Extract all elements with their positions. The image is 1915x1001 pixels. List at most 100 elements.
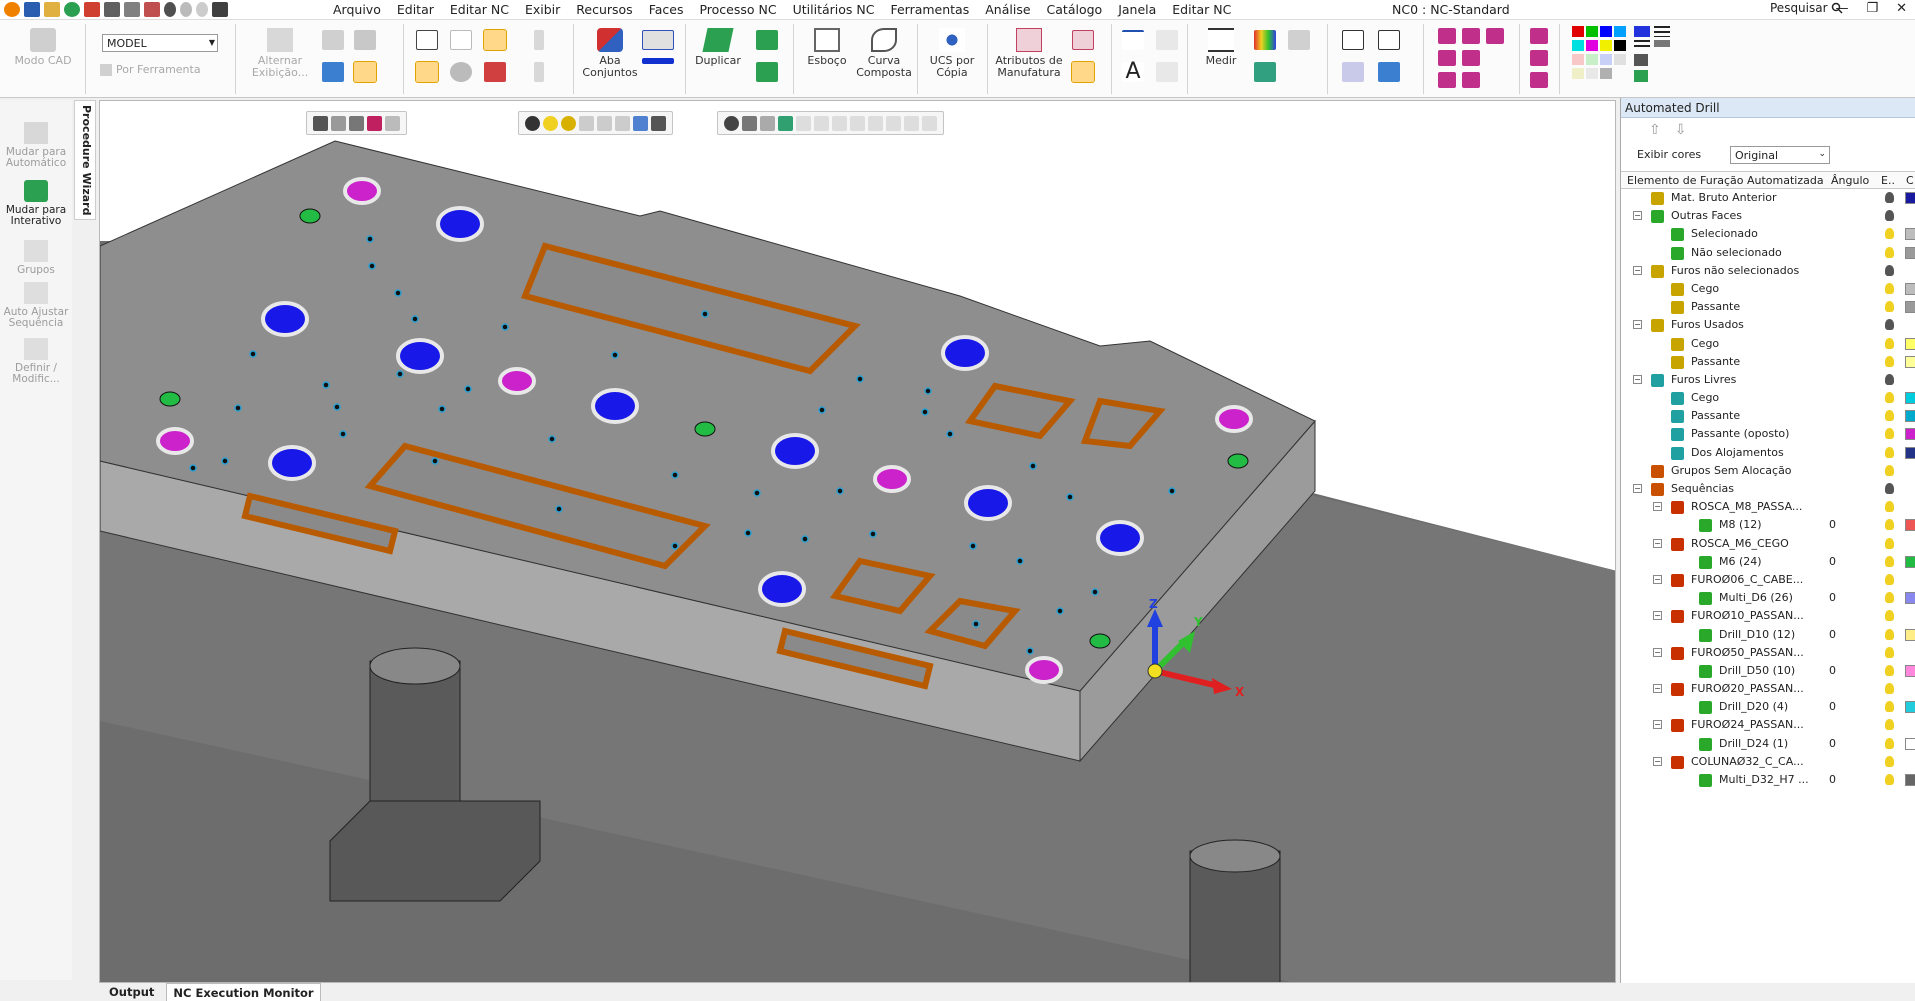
brush-icon[interactable] <box>1530 28 1548 44</box>
green-face-icon[interactable] <box>756 30 778 50</box>
bulb-off-icon[interactable] <box>525 115 540 131</box>
print-icon[interactable] <box>104 2 120 17</box>
visibility-bulb-icon[interactable] <box>1885 319 1894 331</box>
visibility-bulb-icon[interactable] <box>1885 373 1894 385</box>
expand-toggle-icon[interactable]: − <box>1653 611 1662 621</box>
expand-toggle-icon[interactable]: − <box>1633 374 1642 384</box>
tree-row[interactable]: − ROSCA_M6_CEGO <box>1621 535 1915 553</box>
tree-row[interactable]: Drill_D24 (1) 0 <box>1621 735 1915 753</box>
tree-row[interactable]: Cego <box>1621 335 1915 353</box>
curvature-icon[interactable] <box>1254 30 1276 50</box>
view-front-icon[interactable] <box>1438 28 1456 44</box>
menu-editar[interactable]: Editar <box>389 2 442 18</box>
bulb-on-icon[interactable] <box>543 115 558 131</box>
tree-row[interactable]: Grupos Sem Alocação <box>1621 462 1915 480</box>
tree-row[interactable]: Selecionado <box>1621 225 1915 243</box>
tree-row[interactable]: Passante <box>1621 407 1915 425</box>
filter-icon[interactable] <box>349 115 364 131</box>
surface-icon[interactable] <box>1288 30 1310 50</box>
color-swatch[interactable] <box>1905 228 1915 241</box>
tree-row[interactable]: Passante (oposto) <box>1621 425 1915 443</box>
col-element-header[interactable]: Elemento de Furação Automatizada <box>1627 174 1824 187</box>
color-swatch[interactable] <box>1905 282 1915 295</box>
3d-viewport[interactable]: Z Y X <box>99 100 1616 983</box>
document-icon[interactable] <box>416 30 438 50</box>
color-swatch[interactable] <box>1905 592 1915 605</box>
import-icon[interactable] <box>84 2 100 17</box>
visibility-bulb-icon[interactable] <box>1885 519 1894 531</box>
visibility-bulb-icon[interactable] <box>1885 446 1894 458</box>
color-swatch[interactable] <box>1905 446 1915 459</box>
menu-editar-nc-2[interactable]: Editar NC <box>1164 2 1239 18</box>
move-up-icon[interactable]: ⇧ <box>1649 122 1661 140</box>
attribute-bulb-icon[interactable] <box>1071 61 1095 83</box>
color-swatch[interactable] <box>1905 392 1915 405</box>
color-swatch[interactable] <box>1905 246 1915 259</box>
color-swatch[interactable] <box>1905 428 1915 441</box>
tree-row[interactable]: − FUROØ10_PASSAN... <box>1621 607 1915 625</box>
medir-button[interactable]: Medir <box>1198 28 1244 67</box>
view-back-icon[interactable] <box>1462 28 1480 44</box>
definir-modificar-button[interactable]: Definir / Modific... <box>0 338 72 385</box>
visibility-bulb-icon[interactable] <box>1885 246 1894 258</box>
select-box-icon[interactable] <box>331 115 346 131</box>
color-palette-icon[interactable] <box>1570 24 1690 94</box>
list-icon[interactable] <box>212 2 228 17</box>
visibility-bulb-icon[interactable] <box>1885 719 1894 731</box>
brush-3-icon[interactable] <box>1530 72 1548 88</box>
tree-row[interactable]: Dos Alojamentos <box>1621 444 1915 462</box>
color-swatch[interactable] <box>1905 555 1915 568</box>
visibility-bulb-icon[interactable] <box>1885 610 1894 622</box>
menu-janela[interactable]: Janela <box>1110 2 1164 18</box>
expand-toggle-icon[interactable]: − <box>1633 484 1642 493</box>
visibility-bulb-icon[interactable] <box>1885 537 1894 549</box>
procedure-wizard-tab[interactable]: Procedure Wizard <box>74 100 96 220</box>
expand-toggle-icon[interactable]: − <box>1653 720 1662 730</box>
green-face-2-icon[interactable] <box>756 62 778 82</box>
tree-row[interactable]: − FUROØ06_C_CABE... <box>1621 571 1915 589</box>
tree-row[interactable]: − Furos Usados <box>1621 316 1915 334</box>
tree-row[interactable]: − FUROØ20_PASSAN... <box>1621 680 1915 698</box>
color-swatch[interactable] <box>1905 701 1915 714</box>
menu-analise[interactable]: Análise <box>977 2 1038 18</box>
menu-editar-nc[interactable]: Editar NC <box>442 2 517 18</box>
hide-icon[interactable] <box>579 115 594 131</box>
atributos-manufatura-button[interactable]: Atributos de Manufatura <box>994 28 1064 79</box>
visibility-bulb-icon[interactable] <box>1885 464 1894 476</box>
nc-tool-5-icon[interactable] <box>868 115 883 131</box>
alternar-exibicao-button[interactable]: Alternar Exibição... <box>252 28 308 79</box>
align-icon[interactable] <box>534 62 544 82</box>
leader-icon[interactable] <box>1156 30 1178 50</box>
duplicar-button[interactable]: Duplicar <box>692 28 744 67</box>
menu-processo-nc[interactable]: Processo NC <box>691 2 784 18</box>
visibility-bulb-icon[interactable] <box>1885 737 1894 749</box>
list-panel-icon[interactable] <box>415 61 439 83</box>
esboco-button[interactable]: Esboço <box>804 28 850 67</box>
nc-tool-1-icon[interactable] <box>796 115 811 131</box>
visibility-bulb-icon[interactable] <box>1885 683 1894 695</box>
tree-row[interactable]: Cego <box>1621 280 1915 298</box>
render-mode-icon[interactable] <box>651 115 666 131</box>
rotate-icon[interactable] <box>724 115 739 131</box>
search-box[interactable]: Pesquisar <box>1770 1 1843 15</box>
undo-icon[interactable] <box>164 2 176 17</box>
zoom-fit-icon[interactable] <box>1378 30 1400 50</box>
visibility-bulb-icon[interactable] <box>1885 592 1894 604</box>
tree-row[interactable]: − Furos não selecionados <box>1621 262 1915 280</box>
zoom-select-icon[interactable] <box>1342 62 1364 82</box>
tree-row[interactable]: − COLUNAØ32_C_CA... <box>1621 753 1915 771</box>
settings-icon[interactable] <box>124 2 140 17</box>
select-region-icon[interactable] <box>367 115 382 131</box>
visibility-bulb-icon[interactable] <box>1885 410 1894 422</box>
restore-button[interactable]: ❐ <box>1866 1 1878 16</box>
grupos-button[interactable]: Grupos <box>0 240 72 276</box>
modo-cad-button[interactable]: Modo CAD <box>10 28 76 67</box>
text-icon[interactable]: A <box>1122 61 1144 83</box>
box-search-icon[interactable] <box>353 61 377 83</box>
color-swatch[interactable] <box>1905 737 1915 750</box>
visibility-bulb-icon[interactable] <box>1885 301 1894 313</box>
view-left-icon[interactable] <box>1438 50 1456 66</box>
menu-utilitarios-nc[interactable]: Utilitários NC <box>785 2 883 18</box>
attribute-edit-icon[interactable] <box>1072 30 1094 50</box>
export-icon[interactable] <box>484 62 506 82</box>
